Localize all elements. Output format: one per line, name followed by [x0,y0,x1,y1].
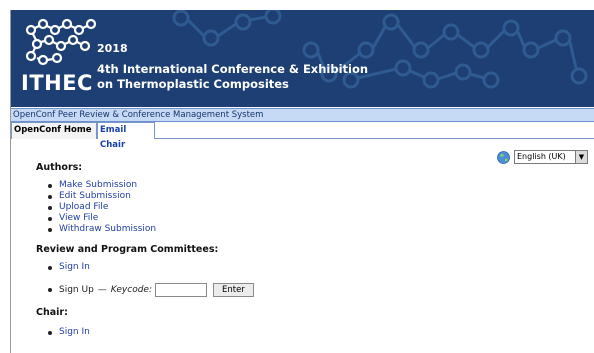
list-item[interactable]: Sign In [48,327,90,338]
list-item[interactable]: View File [48,213,156,224]
conference-year: 2018 [97,42,128,55]
chair-list: Sign In [48,327,90,338]
committee-sign-in-link[interactable]: Sign In [59,262,90,273]
conference-title-line1: 4th International Conference & Exhibitio… [97,62,369,76]
keycode-label: Keycode: [110,285,152,295]
tab-email-chair[interactable]: Email Chair [97,122,155,150]
conference-title: 4th International Conference & Exhibitio… [97,62,368,92]
tab-openconf-home[interactable]: OpenConf Home [11,122,97,139]
bullet-icon [48,183,52,188]
list-item[interactable]: Upload File [48,202,156,213]
bullet-icon [48,265,52,270]
bullet-icon [48,205,52,210]
list-item[interactable]: Make Submission [48,180,156,191]
make-submission-link[interactable]: Make Submission [59,180,137,191]
chevron-down-icon[interactable]: ▼ [575,151,587,163]
list-item[interactable]: Sign In [48,262,90,273]
list-item[interactable]: Withdraw Submission [48,224,156,235]
nav-tabs: OpenConf Home Email Chair [11,122,594,150]
system-name-bar: OpenConf Peer Review & Conference Manage… [11,108,594,122]
conference-title-line2: on Thermoplastic Composites [97,77,289,91]
chair-heading: Chair: [36,307,68,318]
authors-heading: Authors: [36,162,83,173]
bullet-icon [48,216,52,221]
main-content: English (UK) ▼ Authors: Make Submission … [11,140,594,353]
ithec-logo-text: ITHEC [21,71,93,95]
withdraw-submission-link[interactable]: Withdraw Submission [59,224,156,235]
committees-heading: Review and Program Committees: [36,244,219,255]
page: ITHEC 2018 4th International Conference … [10,10,594,353]
bullet-icon [48,288,52,292]
list-item[interactable]: Edit Submission [48,191,156,202]
language-selected-value: English (UK) [517,152,566,161]
bullet-icon [48,194,52,199]
upload-file-link[interactable]: Upload File [59,202,108,213]
edit-submission-link[interactable]: Edit Submission [59,191,131,202]
language-select[interactable]: English (UK) ▼ [514,150,588,164]
conference-banner: ITHEC 2018 4th International Conference … [11,10,594,107]
bullet-icon [48,227,52,232]
bullet-icon [48,330,52,335]
sign-up-label: Sign Up [59,285,94,295]
committees-list: Sign In [48,262,90,273]
sign-up-dash: — [97,285,107,295]
language-selector-group: English (UK) ▼ [497,150,588,164]
globe-icon [497,150,510,164]
chair-sign-in-link[interactable]: Sign In [59,327,90,338]
authors-list: Make Submission Edit Submission Upload F… [48,180,156,235]
keycode-input[interactable] [154,283,207,297]
sign-up-row: Sign Up — Keycode: Enter [48,283,254,297]
view-file-link[interactable]: View File [59,213,98,224]
enter-button[interactable]: Enter [212,283,254,297]
